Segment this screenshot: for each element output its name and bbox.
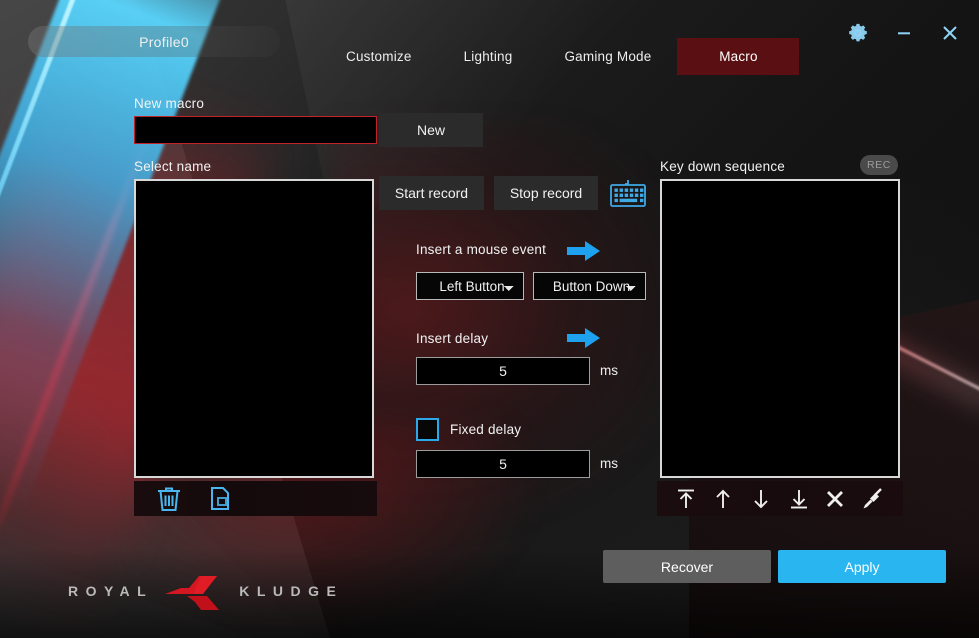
- move-to-top-icon[interactable]: [674, 487, 698, 511]
- window-controls: [843, 18, 965, 48]
- mouse-action-select[interactable]: Button DownButton Up: [533, 272, 646, 300]
- recover-button[interactable]: Recover: [603, 550, 771, 583]
- tab-customize-label: Customize: [346, 49, 412, 64]
- insert-mouse-event-arrow-icon[interactable]: [567, 240, 601, 267]
- key-down-sequence-list[interactable]: [660, 179, 900, 478]
- minimize-icon[interactable]: [889, 18, 919, 48]
- close-icon[interactable]: [935, 18, 965, 48]
- rec-status-badge: REC: [860, 155, 898, 175]
- profile-label: Profile0: [139, 33, 189, 50]
- new-macro-input[interactable]: [134, 116, 377, 144]
- app-window: Profile0 Customize Lighting Gaming Mode …: [0, 0, 979, 638]
- insert-delay-label: Insert delay: [416, 331, 489, 346]
- new-macro-label: New macro: [134, 96, 205, 111]
- start-record-button[interactable]: Start record: [379, 176, 484, 210]
- delete-macro-icon[interactable]: [156, 485, 182, 513]
- title-bar: Profile0 Customize Lighting Gaming Mode …: [0, 0, 979, 78]
- tab-lighting[interactable]: Lighting: [438, 38, 539, 75]
- tab-macro-label: Macro: [719, 49, 758, 64]
- move-to-bottom-icon[interactable]: [787, 487, 811, 511]
- tab-gaming-mode-label: Gaming Mode: [564, 49, 652, 64]
- apply-button[interactable]: Apply: [778, 550, 946, 583]
- tab-gaming-mode[interactable]: Gaming Mode: [538, 38, 677, 75]
- fixed-delay-input[interactable]: [416, 450, 590, 478]
- profile-selector[interactable]: Profile0: [28, 26, 280, 57]
- insert-delay-input[interactable]: [416, 357, 590, 385]
- insert-delay-unit: ms: [600, 363, 618, 378]
- mouse-button-select[interactable]: Left ButtonRight ButtonMiddle Button: [416, 272, 524, 300]
- select-name-label: Select name: [134, 159, 212, 174]
- macro-list-toolbar: [134, 481, 377, 516]
- brand-word-right: KLUDGE: [239, 583, 344, 599]
- move-down-icon[interactable]: [749, 487, 773, 511]
- key-down-sequence-title: Key down sequence: [660, 159, 785, 174]
- sequence-toolbar: [657, 481, 903, 516]
- tab-lighting-label: Lighting: [463, 49, 513, 64]
- duplicate-macro-icon[interactable]: [208, 485, 236, 513]
- new-macro-button[interactable]: New: [379, 113, 483, 147]
- brand-word-left: ROYAL: [68, 583, 154, 599]
- fixed-delay-unit: ms: [600, 456, 618, 471]
- tab-customize[interactable]: Customize: [320, 38, 438, 75]
- macro-name-list[interactable]: [134, 179, 374, 478]
- insert-mouse-event-label: Insert a mouse event: [416, 242, 547, 257]
- main-nav-tabs: Customize Lighting Gaming Mode Macro: [320, 38, 800, 75]
- delete-item-icon[interactable]: [824, 488, 846, 510]
- keyboard-icon[interactable]: [609, 179, 647, 214]
- move-up-icon[interactable]: [711, 487, 735, 511]
- fixed-delay-label: Fixed delay: [450, 422, 522, 437]
- brand-logo: ROYAL KLUDGE: [68, 566, 343, 616]
- settings-gear-icon[interactable]: [843, 18, 873, 48]
- fixed-delay-checkbox[interactable]: [416, 418, 439, 441]
- stop-record-button[interactable]: Stop record: [494, 176, 598, 210]
- brand-mark-icon: [161, 566, 231, 616]
- tab-macro[interactable]: Macro: [677, 38, 800, 75]
- insert-delay-arrow-icon[interactable]: [567, 327, 601, 354]
- clear-all-icon[interactable]: [860, 487, 886, 511]
